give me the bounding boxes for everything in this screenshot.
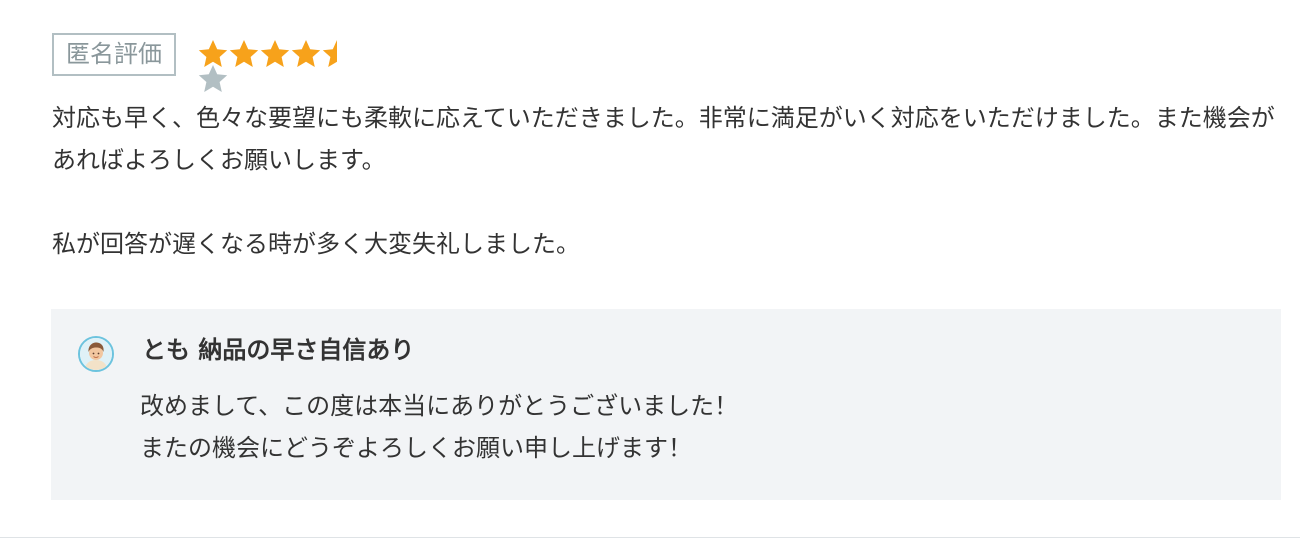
review-body: 対応も早く、色々な要望にも柔軟に応えていただきました。非常に満足がいく対応をいた… bbox=[52, 97, 1282, 265]
half-star-icon bbox=[321, 38, 353, 70]
user-avatar-icon[interactable] bbox=[78, 336, 114, 372]
star-rating bbox=[197, 38, 347, 94]
anonymous-badge: 匿名評価 bbox=[52, 33, 176, 76]
star-icon bbox=[259, 38, 291, 70]
reply-line-2: またの機会にどうぞよろしくお願い申し上げます！ bbox=[140, 434, 692, 462]
seller-reply: とも 納品の早さ自信あり 改めまして、この度は本当にありがとうございました！ ま… bbox=[51, 309, 1281, 500]
review-header: 匿名評価 bbox=[52, 33, 1282, 95]
review-paragraph-1: 対応も早く、色々な要望にも柔軟に応えていただきました。非常に満足がいく対応をいた… bbox=[52, 104, 1275, 174]
reply-text: 改めまして、この度は本当にありがとうございました！ またの機会にどうぞよろしくお… bbox=[140, 385, 738, 469]
star-icon bbox=[290, 38, 322, 70]
star-icon bbox=[197, 63, 229, 95]
star-icon bbox=[228, 38, 260, 70]
reply-line-1: 改めまして、この度は本当にありがとうございました！ bbox=[140, 392, 739, 420]
review-paragraph-2: 私が回答が遅くなる時が多く大変失礼しました。 bbox=[52, 230, 580, 258]
avatar-illustration bbox=[80, 338, 112, 370]
reply-author-name[interactable]: とも 納品の早さ自信あり bbox=[142, 329, 414, 371]
review: 匿名評価 対応も早く、色々な要望にも柔軟に応えていただきました。非常に満足がいく… bbox=[52, 33, 1282, 265]
section-divider bbox=[0, 537, 1300, 538]
